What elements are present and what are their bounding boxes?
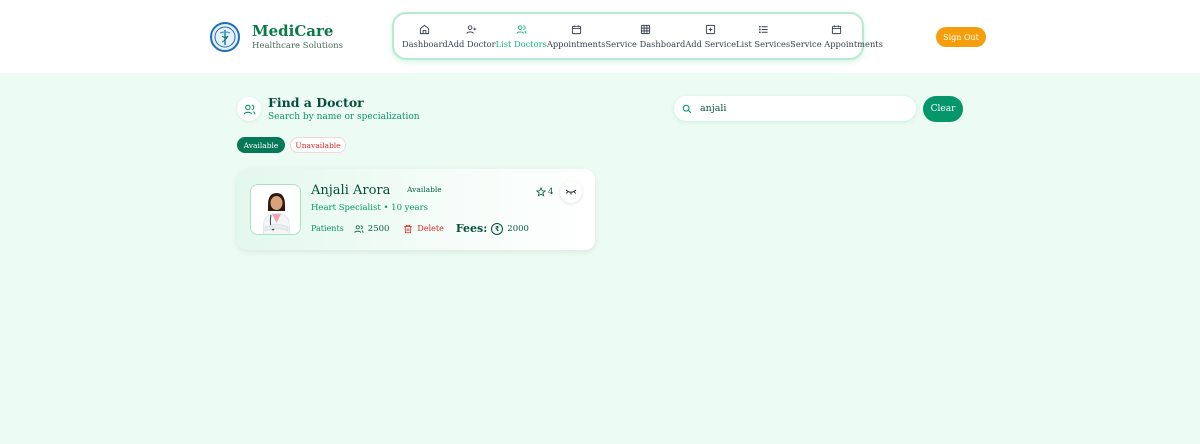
nav-item-add-service[interactable]: Add Service bbox=[685, 24, 736, 49]
patients-count: 2500 bbox=[367, 223, 390, 234]
user-plus-icon bbox=[466, 24, 477, 34]
nav-item-list-services[interactable]: List Services bbox=[736, 24, 790, 49]
patients-label: Patients bbox=[311, 224, 344, 233]
doctor-name[interactable]: Anjali Arora bbox=[311, 183, 390, 198]
delete-button[interactable]: Delete bbox=[403, 224, 444, 234]
nav-item-service-appointments[interactable]: Service Appointments bbox=[790, 24, 883, 49]
main-nav: Dashboard Add Doctor List Doctors Appoin… bbox=[392, 12, 883, 60]
nav-item-label: Service Appointments bbox=[790, 38, 883, 49]
filter-available[interactable]: Available bbox=[237, 137, 285, 153]
app-header: MediCare Healthcare Solutions Dashboard … bbox=[0, 0, 1200, 73]
search-input[interactable] bbox=[700, 103, 900, 114]
nav-item-label: List Services bbox=[736, 38, 791, 49]
fees-value: ₹ 2000 bbox=[491, 222, 529, 235]
page-subtitle: Search by name or specialization bbox=[268, 112, 420, 122]
fees-amount: 2000 bbox=[507, 223, 529, 234]
grid-icon bbox=[640, 24, 650, 34]
nav-item-dashboard[interactable]: Dashboard bbox=[402, 24, 448, 49]
nav-item-label: Add Service bbox=[685, 38, 737, 49]
doctor-photo bbox=[250, 184, 301, 235]
sign-out-button[interactable]: Sign Out bbox=[936, 27, 986, 47]
nav-item-label: Appointments bbox=[546, 38, 606, 49]
brand-subtitle: Healthcare Solutions bbox=[252, 41, 343, 51]
fees-label: Fees: bbox=[455, 222, 488, 235]
caduceus-icon bbox=[210, 22, 240, 52]
search-icon bbox=[682, 104, 692, 113]
status-badge: Available bbox=[407, 185, 442, 194]
calendar-icon bbox=[831, 24, 842, 34]
trash-icon bbox=[404, 224, 413, 233]
filter-unavailable[interactable]: Unavailable bbox=[290, 137, 346, 153]
doctor-card[interactable]: Anjali Arora Available 4 Heart Specialis… bbox=[237, 169, 595, 250]
search-bar bbox=[674, 96, 916, 121]
rating: 4 bbox=[536, 187, 553, 197]
toggle-visibility-button[interactable] bbox=[560, 181, 582, 203]
rating-value: 4 bbox=[548, 187, 554, 197]
delete-label: Delete bbox=[417, 224, 444, 233]
nav-item-label: List Doctors bbox=[495, 38, 547, 49]
users-icon bbox=[516, 24, 527, 34]
nav-item-appointments[interactable]: Appointments bbox=[546, 24, 606, 49]
users-icon bbox=[237, 97, 261, 121]
eye-closed-icon bbox=[565, 189, 577, 195]
doctor-specialization: Heart Specialist • 10 years bbox=[311, 203, 429, 213]
doctor-meta: Patients 2500 Delete Fees: ₹ 2000 bbox=[311, 222, 529, 235]
brand[interactable]: MediCare Healthcare Solutions bbox=[210, 22, 343, 52]
nav-item-label: Dashboard bbox=[402, 38, 448, 49]
list-icon bbox=[758, 25, 768, 33]
clear-button[interactable]: Clear bbox=[923, 96, 963, 122]
calendar-icon bbox=[571, 24, 581, 34]
nav-item-label: Service Dashboard bbox=[605, 38, 686, 49]
plus-square-icon bbox=[706, 24, 716, 34]
nav-item-list-doctors[interactable]: List Doctors bbox=[496, 24, 547, 49]
nav-item-add-doctor[interactable]: Add Doctor bbox=[448, 24, 496, 49]
nav-item-service-dashboard[interactable]: Service Dashboard bbox=[605, 24, 685, 49]
home-icon bbox=[420, 24, 430, 34]
brand-name: MediCare bbox=[252, 22, 334, 40]
nav-item-label: Add Doctor bbox=[447, 38, 496, 49]
users-icon bbox=[354, 224, 364, 233]
rupee-icon: ₹ bbox=[491, 222, 504, 235]
star-icon bbox=[536, 187, 546, 197]
page-title: Find a Doctor bbox=[268, 95, 364, 110]
